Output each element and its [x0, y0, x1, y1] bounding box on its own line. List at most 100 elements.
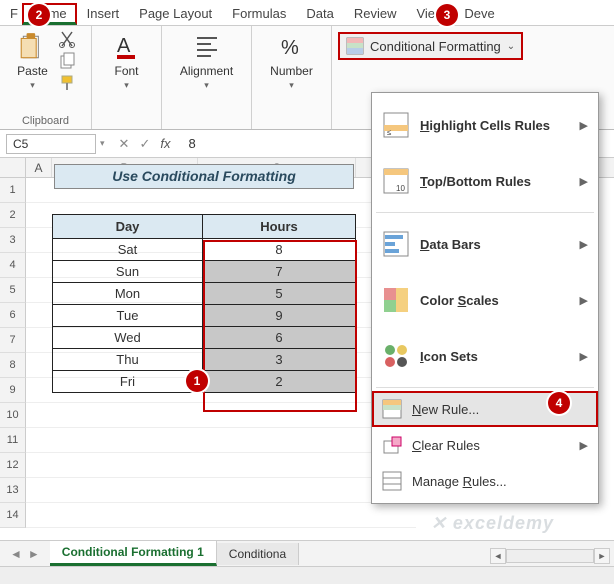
copy-icon[interactable] — [58, 52, 78, 70]
chevron-down-icon: ⌄ — [507, 41, 515, 52]
svg-text:≤: ≤ — [387, 128, 392, 137]
table-cell[interactable]: Thu — [53, 349, 203, 370]
row-header[interactable]: 5 — [0, 278, 26, 303]
databars-icon — [382, 230, 410, 258]
chevron-right-icon: ▶ — [580, 238, 588, 251]
row-header[interactable]: 13 — [0, 478, 26, 503]
row-header[interactable]: 6 — [0, 303, 26, 328]
table-cell[interactable]: Sat — [53, 239, 203, 260]
table-cell[interactable]: 9 — [203, 305, 355, 326]
table-header-hours: Hours — [203, 215, 355, 238]
format-painter-icon[interactable] — [58, 74, 78, 92]
menu-icon-sets[interactable]: Icon Sets ▶ — [372, 328, 598, 384]
row-header[interactable]: 2 — [0, 203, 26, 228]
sheet-nav[interactable]: ◄► — [0, 547, 50, 561]
table-title: Use Conditional Formatting — [54, 164, 354, 189]
group-label-clipboard: Clipboard — [22, 113, 69, 127]
tab-developer[interactable]: Deve — [454, 3, 504, 24]
tab-insert[interactable]: Insert — [77, 3, 130, 24]
cancel-icon[interactable]: ✕ — [119, 136, 130, 152]
menu-separator — [376, 212, 594, 213]
data-table: Day Hours Sat8 Sun7 Mon5 Tue9 Wed6 Thu3 … — [52, 214, 356, 393]
topbottom-icon: 10 — [382, 167, 410, 195]
row-header[interactable]: 9 — [0, 378, 26, 403]
row-header[interactable]: 7 — [0, 328, 26, 353]
row-header[interactable]: 12 — [0, 453, 26, 478]
scroll-right-icon[interactable]: ► — [594, 548, 610, 564]
row-header[interactable]: 14 — [0, 503, 26, 528]
table-cell[interactable]: Wed — [53, 327, 203, 348]
sheet-tab-active[interactable]: Conditional Formatting 1 — [50, 541, 217, 566]
menu-separator — [376, 387, 594, 388]
table-cell[interactable]: Mon — [53, 283, 203, 304]
select-all-corner[interactable] — [0, 158, 26, 177]
newrule-icon — [382, 399, 402, 419]
group-alignment: Alignment ▾ — [162, 26, 252, 129]
chevron-right-icon: ▶ — [580, 439, 588, 452]
percent-icon: % — [279, 32, 305, 62]
accept-icon[interactable]: ✓ — [139, 136, 150, 152]
cut-icon[interactable] — [58, 30, 78, 48]
formula-controls: ✕ ✓ fx — [109, 136, 181, 152]
menu-data-bars[interactable]: Data Bars ▶ — [372, 216, 598, 272]
menu-highlight-cells[interactable]: ≤ Highlight Cells Rules ▶ — [372, 97, 598, 153]
alignment-icon — [194, 32, 220, 62]
row-header[interactable]: 11 — [0, 428, 26, 453]
fx-icon[interactable]: fx — [160, 136, 170, 151]
conditional-formatting-button[interactable]: Conditional Formatting ⌄ — [338, 32, 523, 60]
tab-page-layout[interactable]: Page Layout — [129, 3, 222, 24]
table-cell[interactable]: 6 — [203, 327, 355, 348]
font-icon: A — [114, 32, 140, 62]
tab-data[interactable]: Data — [296, 3, 343, 24]
menu-clear-rules[interactable]: Clear Rules ▶ — [372, 427, 598, 463]
table-cell[interactable]: Tue — [53, 305, 203, 326]
row-header[interactable]: 1 — [0, 178, 26, 203]
menu-top-bottom[interactable]: 10 Top/Bottom Rules ▶ — [372, 153, 598, 209]
horizontal-scrollbar[interactable]: ◄► — [490, 548, 610, 564]
chevron-down-icon[interactable]: ▾ — [96, 138, 109, 149]
row-header[interactable]: 8 — [0, 353, 26, 378]
row-header[interactable]: 3 — [0, 228, 26, 253]
tab-file-edge[interactable]: F — [8, 3, 22, 24]
tab-review[interactable]: Review — [344, 3, 407, 24]
col-header-a[interactable]: A — [26, 158, 52, 177]
alignment-button[interactable]: Alignment ▾ — [176, 30, 237, 93]
alignment-label: Alignment — [180, 64, 233, 78]
table-cell[interactable]: Fri — [53, 371, 203, 392]
group-font: A Font ▾ — [92, 26, 162, 129]
menu-label: Data Bars — [420, 237, 570, 252]
menu-color-scales[interactable]: Color Scales ▶ — [372, 272, 598, 328]
group-clipboard: Paste ▾ Clipboard — [0, 26, 92, 129]
highlight-icon: ≤ — [382, 111, 410, 139]
paste-button[interactable]: Paste ▾ — [13, 30, 52, 93]
number-label: Number — [270, 64, 313, 78]
step-badge-1: 1 — [186, 370, 208, 392]
font-button[interactable]: A Font ▾ — [110, 30, 144, 93]
number-button[interactable]: % Number ▾ — [266, 30, 317, 93]
conditional-formatting-icon — [346, 37, 364, 55]
sheet-tab[interactable]: Conditiona — [217, 543, 299, 565]
table-cell[interactable]: Sun — [53, 261, 203, 282]
chevron-right-icon: ▶ — [580, 119, 588, 132]
chevron-down-icon: ▾ — [289, 80, 294, 91]
manage-icon — [382, 471, 402, 491]
menu-label: Clear Rules — [412, 438, 570, 453]
name-box[interactable]: C5 — [6, 134, 96, 154]
menu-manage-rules[interactable]: Manage Rules... — [372, 463, 598, 499]
table-cell[interactable]: 5 — [203, 283, 355, 304]
conditional-formatting-menu: ≤ Highlight Cells Rules ▶ 10 Top/Bottom … — [371, 92, 599, 504]
table-cell[interactable]: 8 — [203, 239, 355, 260]
menu-label: Icon Sets — [420, 349, 570, 364]
scroll-left-icon[interactable]: ◄ — [490, 548, 506, 564]
row-header[interactable]: 4 — [0, 253, 26, 278]
table-cell[interactable]: 3 — [203, 349, 355, 370]
tab-formulas[interactable]: Formulas — [222, 3, 296, 24]
table-cell[interactable]: 7 — [203, 261, 355, 282]
chevron-right-icon: ▶ — [580, 175, 588, 188]
svg-text:10: 10 — [396, 184, 405, 193]
group-number: % Number ▾ — [252, 26, 332, 129]
row-header[interactable]: 10 — [0, 403, 26, 428]
status-bar — [0, 566, 614, 584]
table-cell[interactable]: 2 — [203, 371, 355, 392]
svg-text:%: % — [281, 37, 299, 59]
